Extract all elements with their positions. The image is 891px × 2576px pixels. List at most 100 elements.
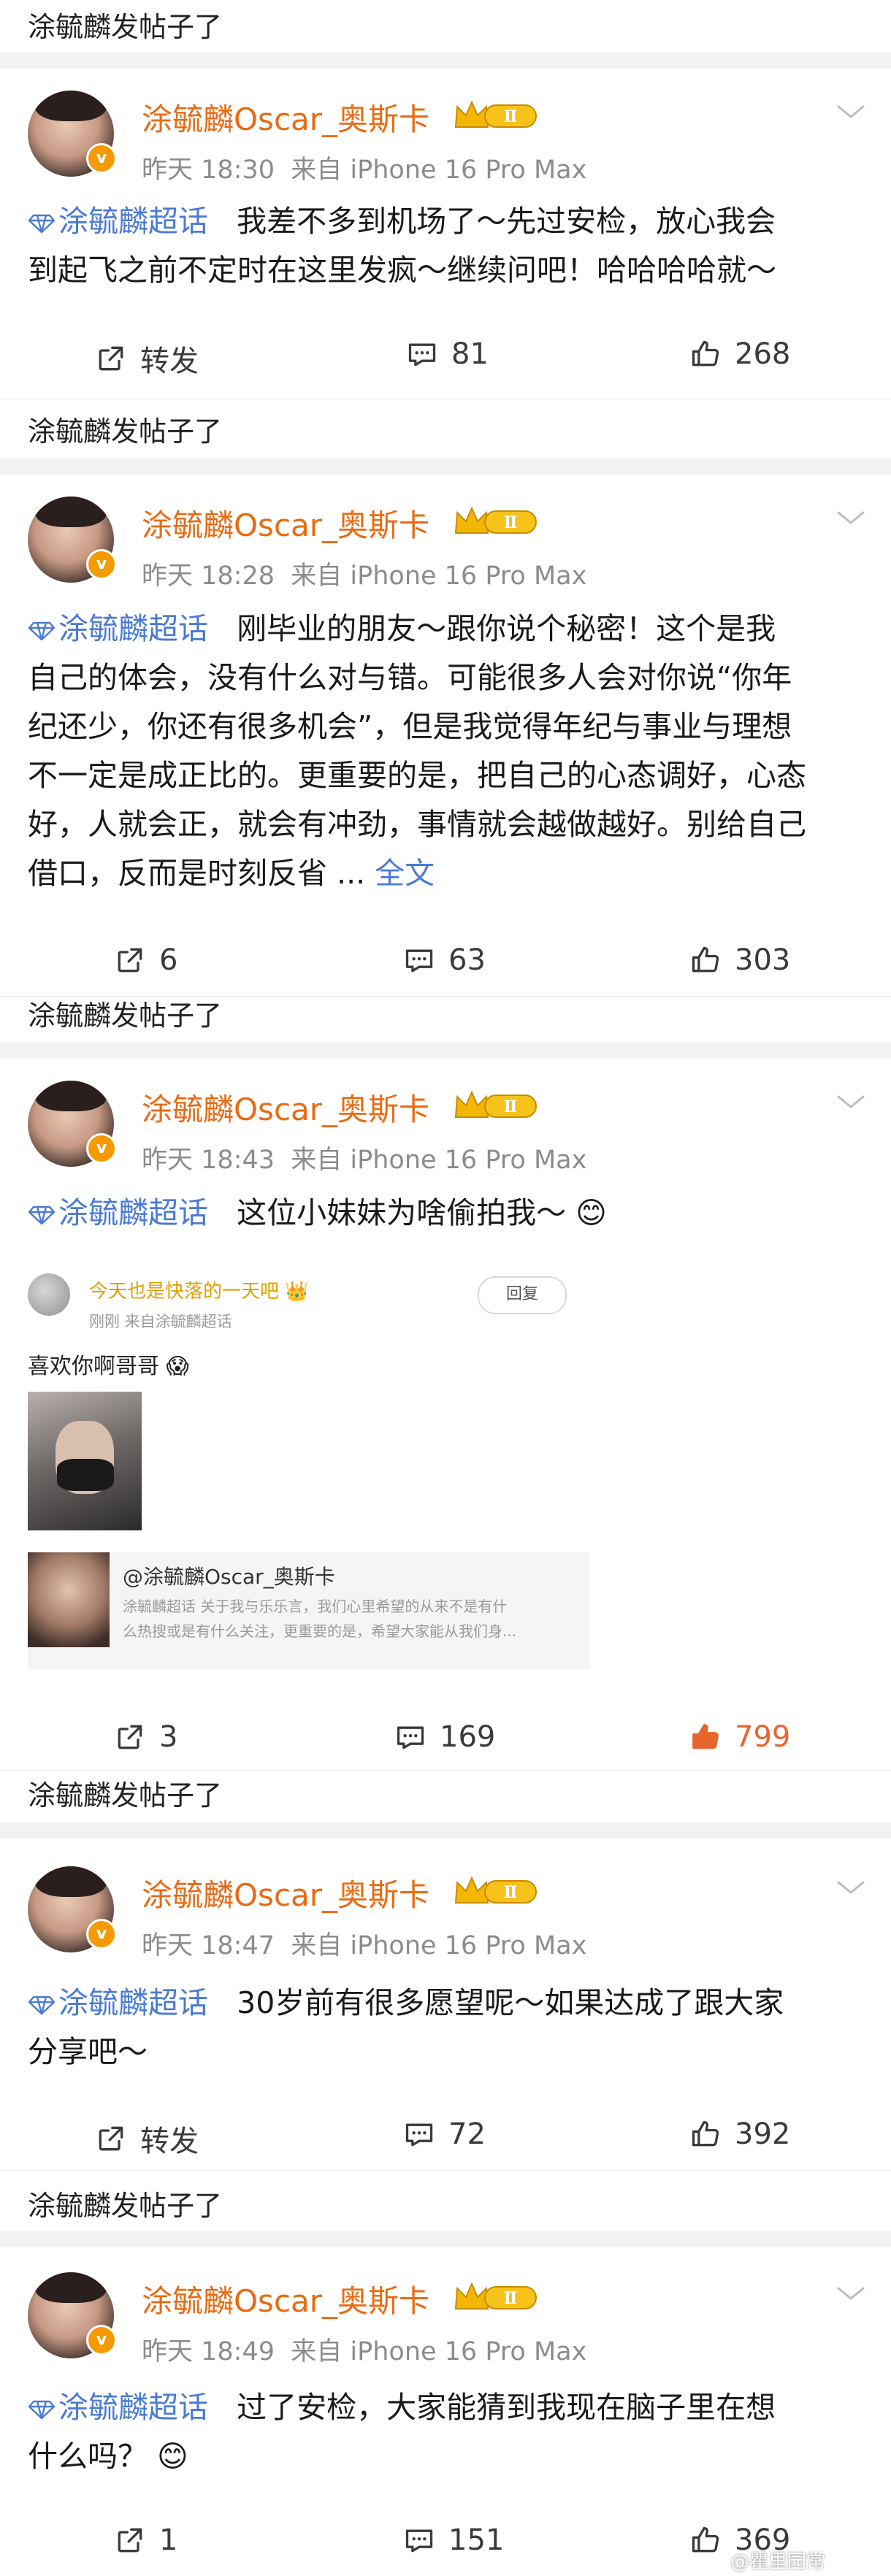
chevron-down-icon[interactable] <box>834 2282 868 2304</box>
post-text: 涂毓麟超话 这位小妹妹为啥偷拍我～ 😊 <box>28 1189 868 1238</box>
like-button[interactable]: 303 <box>689 943 790 977</box>
crown-level-badge-icon <box>453 98 539 133</box>
thumbs-up-icon <box>689 2118 722 2150</box>
super-topic-tag[interactable]: 涂毓麟超话 <box>28 1195 208 1230</box>
username[interactable]: 涂毓麟Oscar_奥斯卡 <box>142 95 429 139</box>
post-time: 昨天 18:43 <box>142 1146 275 1175</box>
verified-badge-icon: v <box>86 143 117 174</box>
section-gap <box>0 459 891 475</box>
repost-icon <box>95 2123 127 2155</box>
thumbs-up-icon <box>689 2524 722 2556</box>
verified-badge-icon: v <box>86 549 117 580</box>
smile-emoji-icon: 😊 <box>575 1195 607 1230</box>
post-source: 来自 iPhone 16 Pro Max <box>291 156 587 185</box>
repost-button[interactable]: 1 <box>114 2523 177 2557</box>
crown-emoji-icon: 👑 <box>285 1281 309 1303</box>
comment-icon <box>403 2524 435 2556</box>
crown-level-badge-icon <box>453 2280 539 2315</box>
smile-emoji-icon: 😊 <box>157 2439 188 2474</box>
watermark: @瞿里园常 <box>730 2551 826 2573</box>
quoted-post-line: 么热搜或是有什么关注，更重要的是，希望大家能从我们身... <box>123 1622 517 1640</box>
quoted-post-author: @涂毓麟Oscar_奥斯卡 <box>123 1565 335 1589</box>
comment-icon <box>403 944 435 976</box>
reply-button[interactable]: 回复 <box>478 1276 567 1314</box>
expand-full-text-link[interactable]: 全文 <box>375 856 435 891</box>
post-time: 昨天 18:47 <box>142 1931 275 1960</box>
diamond-icon <box>28 1995 56 2015</box>
username[interactable]: 涂毓麟Oscar_奥斯卡 <box>142 1871 429 1915</box>
post-time: 昨天 18:49 <box>142 2337 275 2366</box>
chevron-down-icon[interactable] <box>834 101 868 123</box>
section-gap <box>0 2231 891 2247</box>
diamond-icon <box>28 2399 56 2420</box>
chevron-down-icon[interactable] <box>834 507 868 529</box>
comment-text: 喜欢你啊哥哥 😱 <box>28 1354 189 1379</box>
scared-emoji-icon: 😱 <box>166 1354 189 1379</box>
post-text: 涂毓麟超话 30岁前有很多愿望呢～如果达成了跟大家 分享吧～ <box>28 1985 784 2069</box>
post-source: 来自 iPhone 16 Pro Max <box>291 561 587 591</box>
repost-button[interactable]: 转发 <box>95 337 199 380</box>
username[interactable]: 涂毓麟Oscar_奥斯卡 <box>142 2277 429 2321</box>
crown-level-badge-icon <box>453 1874 539 1909</box>
username[interactable]: 涂毓麟Oscar_奥斯卡 <box>142 501 429 545</box>
diamond-icon <box>28 621 56 641</box>
verified-badge-icon: v <box>86 1919 117 1950</box>
crown-level-badge-icon <box>453 504 539 539</box>
repost-button[interactable]: 转发 <box>95 2117 199 2160</box>
post-source: 来自 iPhone 16 Pro Max <box>291 2337 587 2366</box>
diamond-icon <box>28 213 56 234</box>
chevron-down-icon[interactable] <box>834 1091 868 1113</box>
verified-badge-icon: v <box>86 2325 117 2355</box>
divider <box>0 2170 891 2171</box>
comment-icon <box>394 1721 427 1753</box>
quoted-post-line: 涂毓麟超话 关于我与乐乐言，我们心里希望的从来不是有什 <box>123 1598 508 1615</box>
crown-level-badge-icon <box>453 1088 539 1123</box>
commenter-name: 今天也是快落的一天吧 👑 <box>89 1281 309 1303</box>
quoted-post-card[interactable]: @涂毓麟Oscar_奥斯卡 涂毓麟超话 关于我与乐乐言，我们心里希望的从来不是有… <box>28 1552 590 1669</box>
repost-icon <box>114 2524 146 2556</box>
section-label: 涂毓麟发帖子了 <box>28 11 223 43</box>
comment-icon <box>406 338 438 370</box>
post-time: 昨天 18:30 <box>142 156 275 185</box>
thumbs-up-icon <box>689 944 722 976</box>
section-gap <box>0 1043 891 1059</box>
commenter-meta: 刚刚 来自涂毓麟超话 <box>89 1313 232 1330</box>
username[interactable]: 涂毓麟Oscar_奥斯卡 <box>142 1085 429 1130</box>
post-text: 涂毓麟超话 刚毕业的朋友～跟你说个秘密！这个是我 自己的体会，没有什么对与错。可… <box>28 611 806 891</box>
section-gap <box>0 53 891 69</box>
comment-button[interactable]: 81 <box>406 337 489 371</box>
commenter-avatar <box>28 1273 70 1316</box>
thumbs-up-filled-icon <box>689 1721 722 1753</box>
repost-icon <box>114 1721 146 1753</box>
post-source: 来自 iPhone 16 Pro Max <box>291 1146 587 1175</box>
selfie-photo[interactable] <box>28 1392 142 1530</box>
like-button[interactable]: 392 <box>689 2117 790 2151</box>
section-label: 涂毓麟发帖子了 <box>28 1000 223 1032</box>
section-label: 涂毓麟发帖子了 <box>28 1779 223 1812</box>
repost-button[interactable]: 6 <box>114 943 177 977</box>
like-button[interactable]: 268 <box>689 337 790 371</box>
super-topic-tag[interactable]: 涂毓麟超话 <box>28 2390 208 2425</box>
post-text: 涂毓麟超话 过了安检，大家能猜到我现在脑子里在想 什么吗？ 😊 <box>28 2390 776 2474</box>
like-button-active[interactable]: 799 <box>689 1720 790 1754</box>
thumbs-up-icon <box>689 338 722 370</box>
post-time: 昨天 18:28 <box>142 561 275 591</box>
chevron-down-icon[interactable] <box>834 1877 868 1898</box>
section-label: 涂毓麟发帖子了 <box>28 2190 223 2222</box>
comment-button[interactable]: 63 <box>403 943 486 977</box>
section-gap <box>0 1822 891 1839</box>
section-label: 涂毓麟发帖子了 <box>28 415 223 448</box>
diamond-icon <box>28 1205 56 1225</box>
comment-button[interactable]: 151 <box>403 2523 504 2557</box>
post-source: 来自 iPhone 16 Pro Max <box>291 1931 587 1960</box>
comment-button[interactable]: 169 <box>394 1720 495 1754</box>
verified-badge-icon: v <box>86 1133 117 1164</box>
repost-icon <box>114 944 146 976</box>
repost-button[interactable]: 3 <box>114 1720 177 1754</box>
super-topic-tag[interactable]: 涂毓麟超话 <box>28 1985 208 2020</box>
super-topic-tag[interactable]: 涂毓麟超话 <box>28 204 208 239</box>
post-text: 涂毓麟超话 我差不多到机场了～先过安检，放心我会 到起飞之前不定时在这里发疯～继… <box>28 204 776 288</box>
super-topic-tag[interactable]: 涂毓麟超话 <box>28 611 208 646</box>
comment-icon <box>403 2118 435 2150</box>
comment-button[interactable]: 72 <box>403 2117 486 2151</box>
